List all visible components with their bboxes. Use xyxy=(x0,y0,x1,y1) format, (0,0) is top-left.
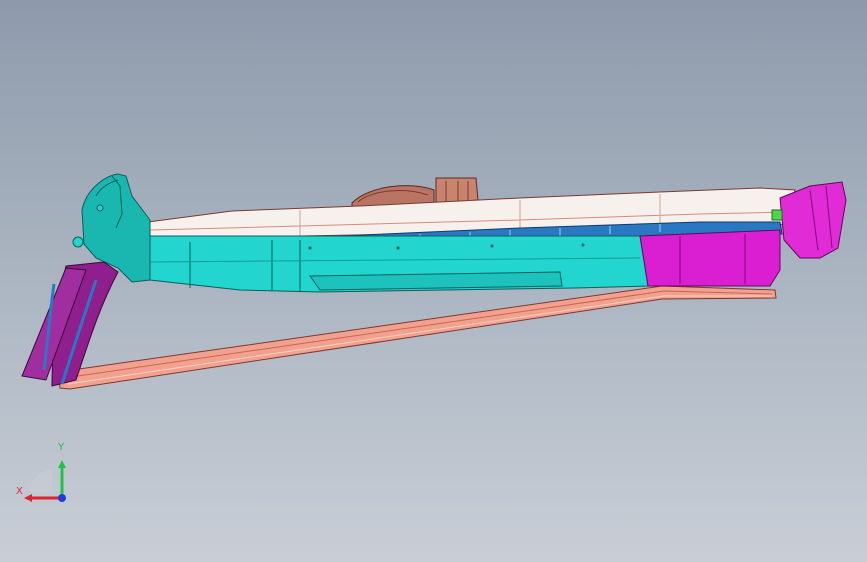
cad-model[interactable] xyxy=(0,0,867,562)
cad-viewport[interactable]: Y X xyxy=(0,0,867,562)
x-axis-label: X xyxy=(16,486,23,497)
x-axis-arrow xyxy=(24,494,32,502)
side-sill-panel[interactable] xyxy=(131,235,649,293)
y-axis-label: Y xyxy=(58,442,65,453)
z-axis-dot xyxy=(58,494,66,502)
lower-rail-beam[interactable] xyxy=(57,285,777,390)
coordinate-triad xyxy=(24,460,66,502)
y-axis-arrow xyxy=(58,460,66,468)
triad-plane xyxy=(30,470,52,492)
